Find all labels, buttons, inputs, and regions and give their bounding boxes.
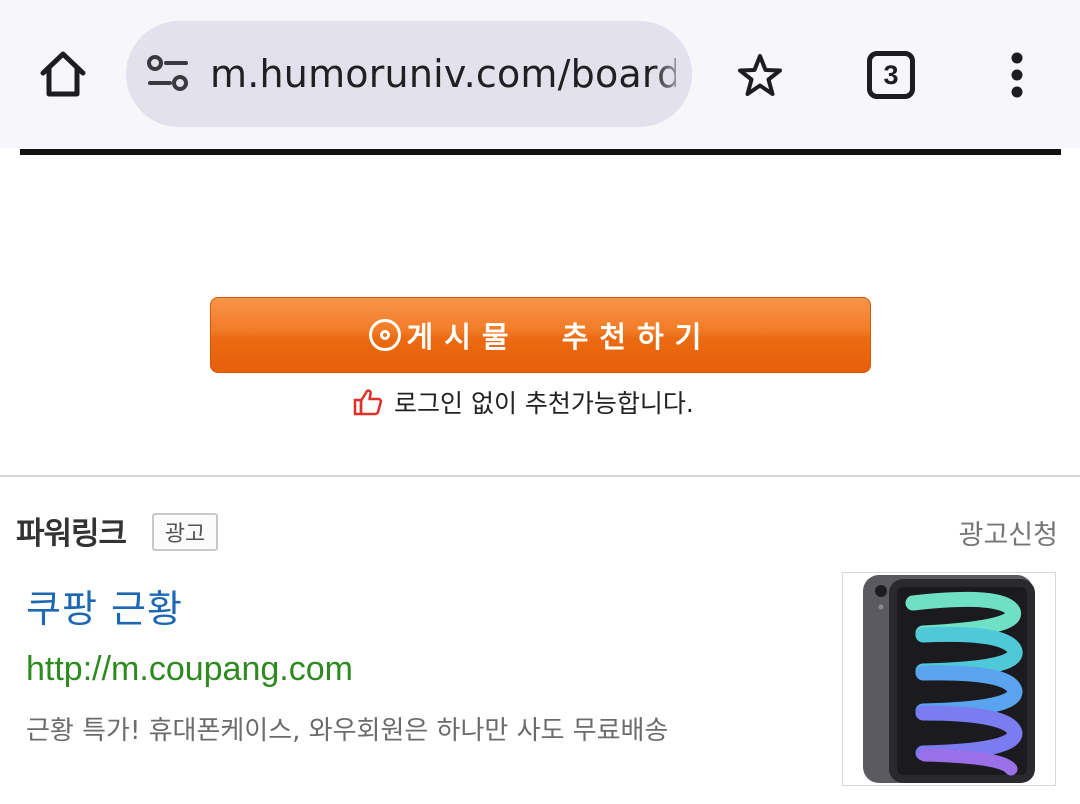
tab-switcher-icon: 3 <box>867 51 915 99</box>
address-bar[interactable]: m.humoruniv.com/board <box>126 21 692 127</box>
ad-title-link[interactable]: 쿠팡 근황 <box>26 578 183 633</box>
tab-switcher-button[interactable]: 3 <box>862 46 920 104</box>
ad-description: 근황 특가! 휴대폰케이스, 와우회원은 하나만 사도 무료배송 <box>26 716 669 746</box>
recommend-note-text: 로그인 없이 추천가능합니다. <box>394 389 694 418</box>
home-icon <box>40 51 86 97</box>
tablet-product-image <box>863 575 1035 783</box>
ad-badge: 광고 <box>152 513 218 551</box>
ad-apply-link[interactable]: 광고신청 <box>959 513 1058 552</box>
target-icon <box>368 319 401 351</box>
recommend-post-button[interactable]: 게시물 추천하기 <box>210 297 871 373</box>
content-top-divider <box>20 149 1061 155</box>
powerlink-title: 파워링크 <box>16 516 127 552</box>
overflow-menu-button[interactable] <box>990 46 1044 104</box>
more-vert-icon <box>1011 52 1023 98</box>
tab-count: 3 <box>883 59 899 90</box>
recommend-button-label: 게시물 추천하기 <box>406 320 713 354</box>
ad-url-link[interactable]: http://m.coupang.com <box>26 650 353 689</box>
url-text[interactable]: m.humoruniv.com/board <box>210 21 676 127</box>
bookmark-button[interactable] <box>732 48 788 104</box>
url-fade <box>652 21 692 127</box>
recommend-note: 로그인 없이 추천가능합니다. <box>352 382 694 422</box>
home-button[interactable] <box>26 42 100 106</box>
thumbs-up-icon <box>353 389 383 416</box>
star-icon <box>738 54 782 96</box>
tune-icon[interactable] <box>146 53 194 95</box>
browser-toolbar: m.humoruniv.com/board 3 <box>0 0 1080 148</box>
ad-thumbnail[interactable] <box>842 572 1056 786</box>
section-divider <box>0 475 1080 477</box>
